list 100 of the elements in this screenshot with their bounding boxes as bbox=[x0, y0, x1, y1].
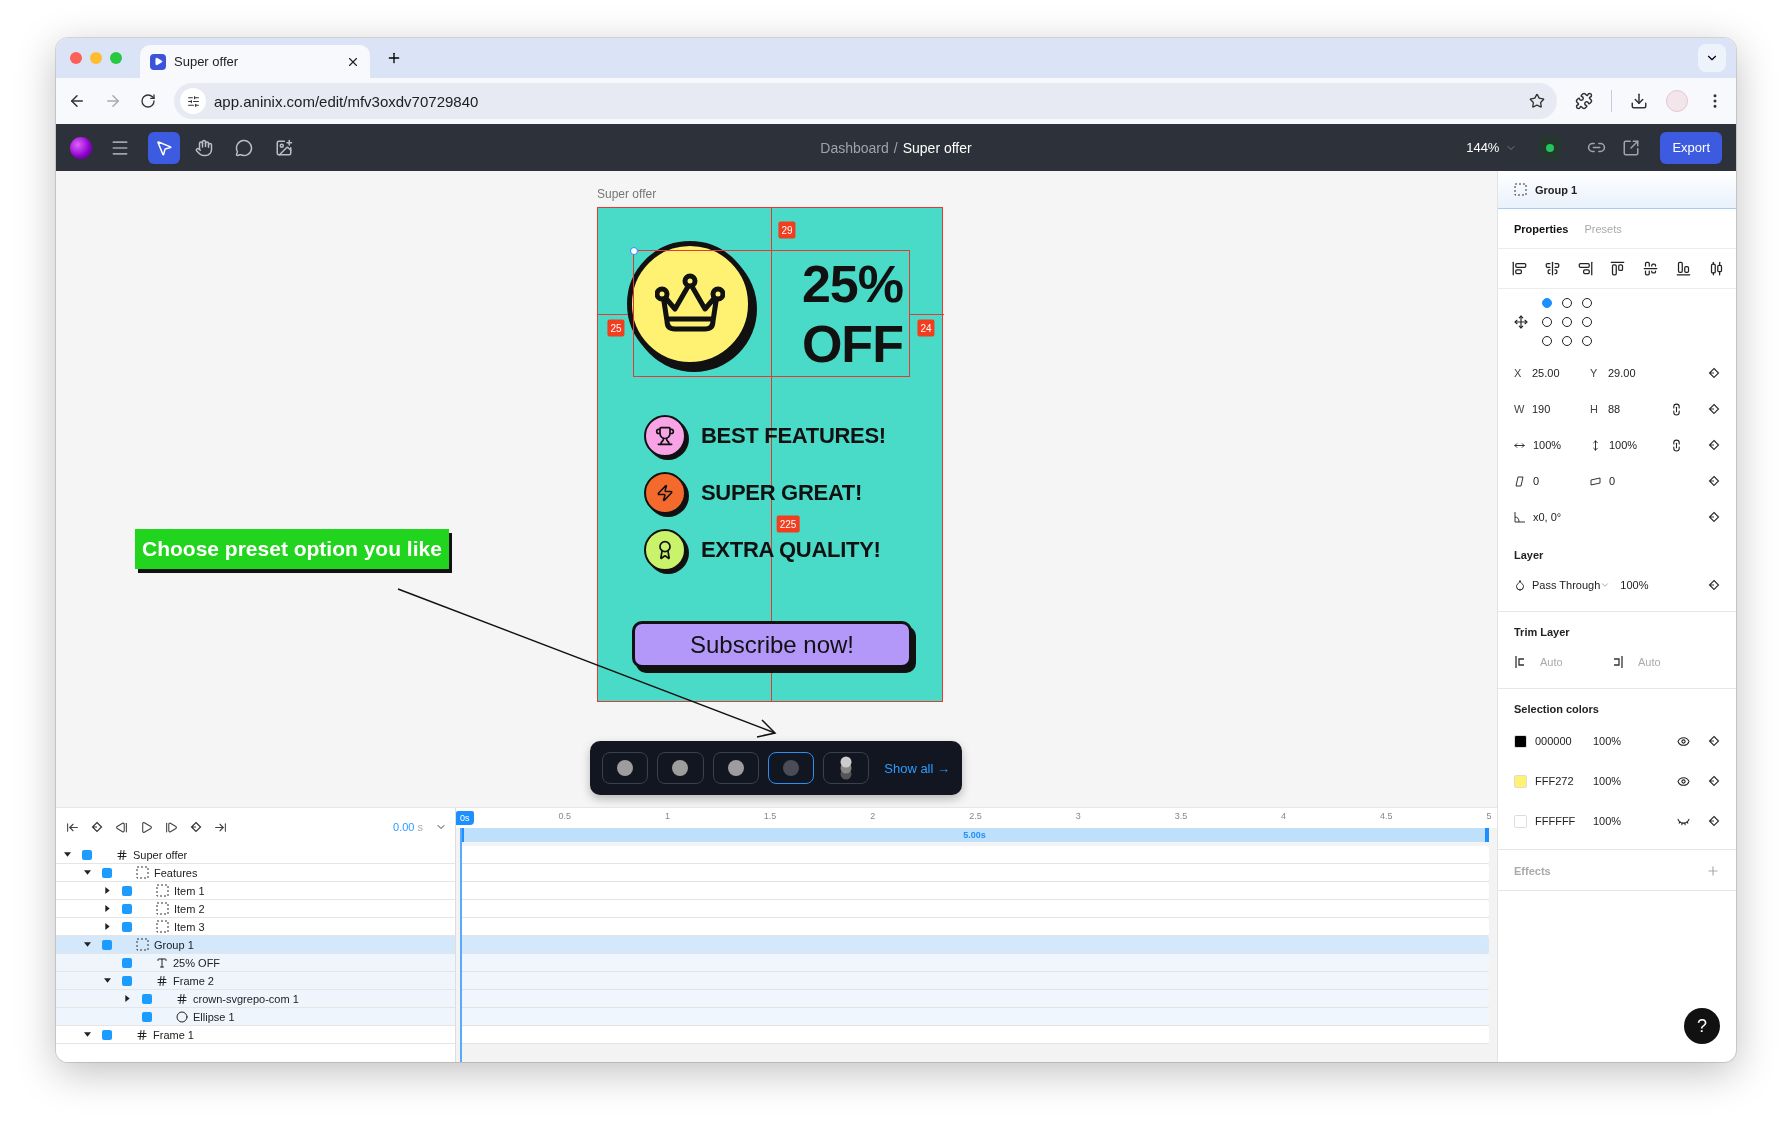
link-icon[interactable] bbox=[1670, 402, 1683, 416]
keyframe-icon[interactable] bbox=[1708, 775, 1720, 787]
site-settings-icon[interactable] bbox=[186, 94, 200, 108]
field-value[interactable]: 0 bbox=[1533, 475, 1540, 487]
caret-down-icon[interactable] bbox=[103, 977, 111, 984]
export-button[interactable]: Export bbox=[1660, 131, 1722, 164]
preset-option[interactable] bbox=[767, 752, 814, 784]
go-to-start-icon[interactable] bbox=[66, 820, 79, 834]
align-right-icon[interactable] bbox=[1577, 261, 1593, 276]
download-icon[interactable] bbox=[1630, 92, 1648, 110]
align-left-icon[interactable] bbox=[1512, 261, 1527, 276]
caret-right-icon[interactable] bbox=[103, 887, 111, 894]
step-forward-icon[interactable] bbox=[165, 820, 178, 834]
share-icon[interactable] bbox=[1622, 138, 1641, 157]
show-all-link[interactable]: Show all → bbox=[884, 760, 950, 776]
align-middle-icon[interactable] bbox=[1643, 261, 1659, 276]
caret-right-icon[interactable] bbox=[103, 905, 111, 912]
align-bottom-icon[interactable] bbox=[1676, 261, 1692, 276]
color-opacity[interactable]: 100% bbox=[1593, 735, 1622, 747]
align-top-icon[interactable] bbox=[1610, 261, 1626, 276]
zoom-level[interactable]: 144% bbox=[1466, 140, 1500, 155]
keyframe-icon[interactable] bbox=[1708, 475, 1720, 487]
panel-tab[interactable]: Properties bbox=[1514, 222, 1569, 235]
back-icon[interactable] bbox=[68, 92, 86, 110]
eye-icon[interactable] bbox=[1677, 774, 1690, 788]
link-icon[interactable] bbox=[1670, 438, 1683, 452]
layer-row[interactable]: Frame 2 bbox=[56, 972, 455, 990]
caret-down-icon[interactable] bbox=[83, 941, 91, 948]
field-value[interactable]: 100% bbox=[1533, 439, 1562, 451]
caret-down-icon[interactable] bbox=[63, 851, 71, 858]
layer-row[interactable]: 25% OFF bbox=[56, 954, 455, 972]
caret-down-icon[interactable] bbox=[83, 1031, 91, 1038]
keyframe-icon[interactable] bbox=[1708, 735, 1720, 747]
app-logo bbox=[70, 136, 92, 159]
align-center-icon[interactable] bbox=[1544, 261, 1560, 276]
keyframe-icon[interactable] bbox=[1708, 579, 1720, 591]
field-value[interactable]: 190 bbox=[1532, 403, 1551, 415]
layer-row[interactable]: Features bbox=[56, 864, 455, 882]
caret-right-icon[interactable] bbox=[103, 923, 111, 930]
panel-title: Group 1 bbox=[1535, 183, 1578, 196]
field-value[interactable]: 29.00 bbox=[1608, 367, 1636, 379]
extensions-icon[interactable] bbox=[1575, 92, 1593, 110]
color-hex[interactable]: FFF272 bbox=[1535, 775, 1593, 787]
keyframe-icon[interactable] bbox=[1708, 815, 1720, 827]
keyframe-icon[interactable] bbox=[1708, 511, 1720, 523]
blend-mode-select[interactable]: Pass Through bbox=[1532, 579, 1601, 591]
keyframe-icon[interactable] bbox=[1708, 439, 1720, 451]
layer-row[interactable]: Item 2 bbox=[56, 900, 455, 918]
color-swatch[interactable] bbox=[1514, 814, 1527, 828]
keyframe-icon[interactable] bbox=[190, 821, 202, 833]
angle-icon bbox=[1514, 511, 1525, 523]
layer-row[interactable]: Item 1 bbox=[56, 882, 455, 900]
address-bar[interactable]: app.aninix.com/edit/mfv3oxdv70729840 bbox=[174, 83, 1557, 119]
breadcrumb-link[interactable]: Dashboard bbox=[820, 139, 889, 156]
distribute-icon[interactable] bbox=[1708, 261, 1724, 276]
selection-handle[interactable] bbox=[630, 247, 638, 255]
field-value[interactable]: 25.00 bbox=[1532, 367, 1560, 379]
skew-icon bbox=[1514, 475, 1525, 487]
color-swatch[interactable] bbox=[1514, 734, 1527, 748]
go-to-end-icon[interactable] bbox=[214, 820, 227, 834]
field-value[interactable]: 88 bbox=[1608, 403, 1621, 415]
dot-icon bbox=[727, 760, 744, 776]
play-icon[interactable] bbox=[140, 820, 153, 834]
reload-icon[interactable] bbox=[140, 93, 156, 109]
height-scale-icon bbox=[1590, 439, 1601, 451]
caret-down-icon[interactable] bbox=[83, 869, 91, 876]
keyframe-icon[interactable] bbox=[1708, 367, 1720, 379]
color-swatch[interactable] bbox=[1514, 774, 1527, 788]
tool-button[interactable] bbox=[148, 131, 180, 164]
new-tab-icon[interactable] bbox=[386, 50, 402, 66]
preset-option[interactable] bbox=[657, 752, 704, 784]
crown-icon bbox=[655, 273, 725, 335]
image-plus-icon bbox=[275, 138, 293, 157]
eye-icon[interactable] bbox=[1677, 734, 1690, 748]
preset-option[interactable] bbox=[823, 752, 870, 784]
layer-row[interactable]: Item 3 bbox=[56, 918, 455, 936]
frame-label[interactable]: Super offer bbox=[597, 187, 657, 201]
field-value[interactable]: x0, 0° bbox=[1533, 511, 1562, 523]
field-value[interactable]: 0 bbox=[1609, 475, 1616, 487]
color-opacity[interactable]: 100% bbox=[1593, 775, 1622, 787]
layer-color-swatch bbox=[122, 957, 132, 968]
step-back-icon[interactable] bbox=[115, 820, 128, 834]
caret-right-icon[interactable] bbox=[123, 995, 131, 1002]
keyframe-icon[interactable] bbox=[1708, 403, 1720, 415]
layer-row[interactable]: crown-svgrepo-com 1 bbox=[56, 990, 455, 1008]
dot-icon bbox=[672, 760, 689, 776]
color-hex[interactable]: FFFFFF bbox=[1535, 815, 1593, 827]
color-opacity[interactable]: 100% bbox=[1593, 815, 1622, 827]
browser-tab[interactable]: Super offer bbox=[140, 45, 370, 78]
layer-row[interactable]: Ellipse 1 bbox=[56, 1008, 455, 1026]
bookmark-star-icon[interactable] bbox=[1529, 93, 1545, 109]
preset-option[interactable] bbox=[712, 752, 759, 784]
opacity-value[interactable]: 100% bbox=[1620, 579, 1649, 591]
field-value[interactable]: 100% bbox=[1609, 439, 1638, 451]
color-hex[interactable]: 000000 bbox=[1535, 735, 1593, 747]
help-button[interactable]: ? bbox=[1684, 1008, 1720, 1044]
layer-row[interactable]: Group 1 bbox=[56, 936, 455, 954]
preset-option[interactable] bbox=[602, 752, 649, 784]
selection-box[interactable]: 25% OFF bbox=[633, 250, 910, 377]
keyframe-icon[interactable] bbox=[91, 821, 103, 833]
